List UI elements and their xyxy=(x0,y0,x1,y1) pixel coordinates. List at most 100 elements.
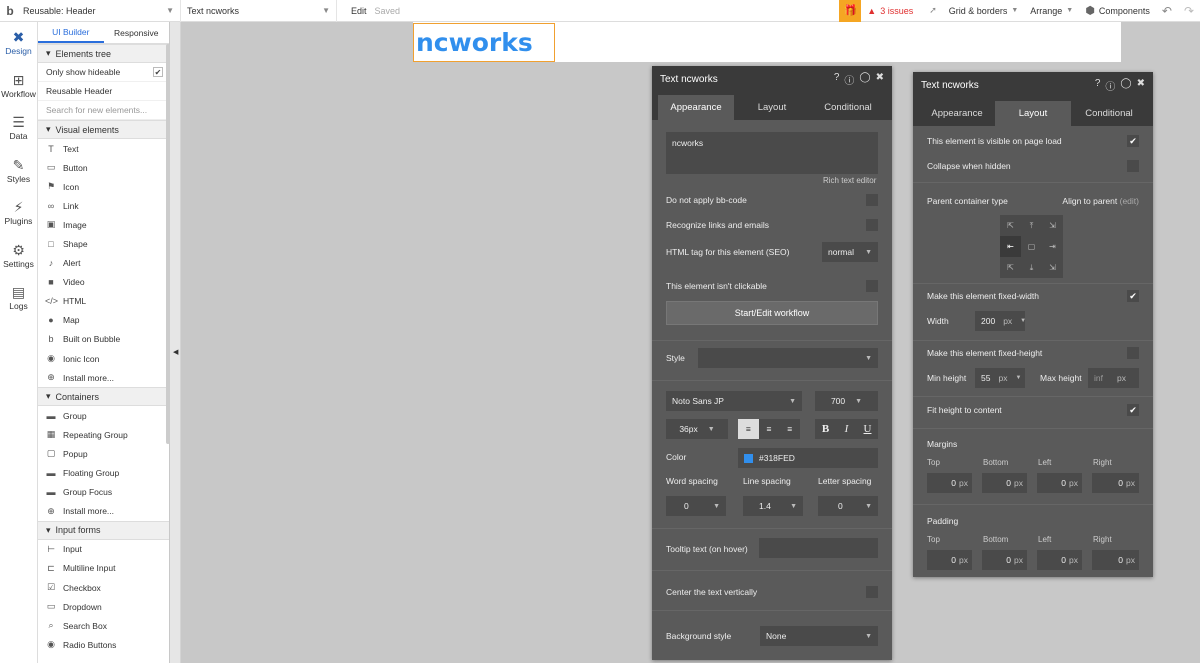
fixed-height-checkbox[interactable] xyxy=(1127,347,1139,359)
page-selector[interactable]: Reusable: Header ▼ xyxy=(17,0,181,22)
element-input[interactable]: ⊢ Input xyxy=(38,540,169,559)
section-elements-tree[interactable]: ▾ Elements tree xyxy=(38,44,169,63)
bbcode-checkbox[interactable] xyxy=(866,194,878,206)
arrange-menu[interactable]: Arrange ▼ xyxy=(1024,0,1079,22)
undo-icon[interactable]: ↶ xyxy=(1156,0,1178,22)
tab-conditional[interactable]: Conditional xyxy=(1071,101,1147,126)
align-center-icon[interactable]: ≡ xyxy=(759,419,780,439)
close-icon[interactable]: ✖ xyxy=(1137,78,1145,93)
margin-left-input[interactable]: 0 px xyxy=(1037,473,1082,493)
tab-layout[interactable]: Layout xyxy=(734,95,810,120)
word-spacing-dropdown[interactable]: 0 ▼ xyxy=(666,496,726,516)
comment-icon[interactable]: ◯ xyxy=(859,72,870,87)
italic-button[interactable]: I xyxy=(836,419,857,439)
gift-icon[interactable]: 🎁 xyxy=(839,0,862,22)
visible-on-load-checkbox[interactable]: ✔ xyxy=(1127,135,1139,147)
bg-style-dropdown[interactable]: None ▼ xyxy=(760,626,878,646)
align-top-right-icon[interactable]: ⇲ xyxy=(1042,215,1063,236)
tab-ui-builder[interactable]: UI Builder xyxy=(38,22,104,43)
font-size-dropdown[interactable]: 36px ▼ xyxy=(666,419,728,439)
align-top-center-icon[interactable]: ⤒ xyxy=(1021,215,1042,236)
line-spacing-dropdown[interactable]: 1.4 ▼ xyxy=(743,496,803,516)
element-multiline-input[interactable]: ⊏ Multiline Input xyxy=(38,559,169,578)
element-icon[interactable]: ⚑ Icon xyxy=(38,177,169,196)
info-icon[interactable]: ⓘ xyxy=(844,72,854,87)
element-video[interactable]: ■ Video xyxy=(38,273,169,292)
section-visual-elements[interactable]: ▾ Visual elements xyxy=(38,120,169,139)
underline-button[interactable]: U xyxy=(857,419,878,439)
padding-right-input[interactable]: 0 px xyxy=(1092,550,1139,570)
element-map[interactable]: ● Map xyxy=(38,311,169,330)
sidebar-collapse-handle[interactable]: ◀ xyxy=(170,22,181,663)
element-install-more[interactable]: ⊕ Install more... xyxy=(38,368,169,387)
align-right-icon[interactable]: ≡ xyxy=(779,419,800,439)
collapse-hidden-checkbox[interactable] xyxy=(1127,160,1139,172)
help-icon[interactable]: ? xyxy=(1095,78,1101,93)
align-center-right-icon[interactable]: ⇥ xyxy=(1042,236,1063,257)
element-image[interactable]: ▣ Image xyxy=(38,215,169,234)
html-tag-dropdown[interactable]: normal ▼ xyxy=(822,242,878,262)
letter-spacing-dropdown[interactable]: 0 ▼ xyxy=(818,496,878,516)
tab-layout[interactable]: Layout xyxy=(995,101,1071,126)
element-button[interactable]: ▭ Button xyxy=(38,158,169,177)
links-checkbox[interactable] xyxy=(866,219,878,231)
element-group[interactable]: ▬ Group xyxy=(38,406,169,425)
tab-responsive[interactable]: Responsive xyxy=(104,22,170,43)
bubble-logo-icon[interactable]: b xyxy=(3,0,17,22)
help-icon[interactable]: ? xyxy=(834,72,840,87)
tab-appearance[interactable]: Appearance xyxy=(919,101,995,126)
element-shape[interactable]: □ Shape xyxy=(38,234,169,253)
not-clickable-checkbox[interactable] xyxy=(866,280,878,292)
nav-logs[interactable]: ▤ Logs xyxy=(0,277,37,320)
element-alert[interactable]: ♪ Alert xyxy=(38,254,169,273)
section-containers[interactable]: ▾ Containers xyxy=(38,387,169,407)
font-family-dropdown[interactable]: Noto Sans JP ▼ xyxy=(666,391,802,411)
fixed-width-checkbox[interactable]: ✔ xyxy=(1127,290,1139,302)
style-dropdown[interactable]: ▼ xyxy=(698,348,878,368)
nav-workflow[interactable]: ⊞ Workflow xyxy=(0,65,37,108)
align-bottom-center-icon[interactable]: ⤓ xyxy=(1021,257,1042,278)
comment-icon[interactable]: ◯ xyxy=(1120,78,1131,93)
only-show-hideable-row[interactable]: Only show hideable ✔ xyxy=(38,63,169,82)
element-dropdown[interactable]: ▭ Dropdown xyxy=(38,597,169,616)
element-radio-buttons[interactable]: ◉ Radio Buttons xyxy=(38,635,169,654)
width-input[interactable]: 200 px ▼ xyxy=(975,311,1026,331)
center-vert-checkbox[interactable] xyxy=(866,586,878,598)
margin-bottom-input[interactable]: 0 px xyxy=(982,473,1027,493)
tab-conditional[interactable]: Conditional xyxy=(810,95,886,120)
nav-plugins[interactable]: ⚡ Plugins xyxy=(0,192,37,235)
padding-bottom-input[interactable]: 0 px xyxy=(982,550,1027,570)
color-picker[interactable]: #318FED xyxy=(738,448,878,468)
nav-styles[interactable]: ✎ Styles xyxy=(0,150,37,193)
align-top-left-icon[interactable]: ⇱ xyxy=(1000,215,1021,236)
element-repeating-group[interactable]: ▦ Repeating Group xyxy=(38,425,169,444)
close-icon[interactable]: ✖ xyxy=(876,72,884,87)
fit-height-checkbox[interactable]: ✔ xyxy=(1127,404,1139,416)
element-text[interactable]: T Text xyxy=(38,139,169,158)
tree-item-reusable-header[interactable]: Reusable Header xyxy=(38,82,169,101)
element-search-input[interactable]: Search for new elements... xyxy=(38,101,169,120)
padding-left-input[interactable]: 0 px xyxy=(1037,550,1082,570)
tab-appearance[interactable]: Appearance xyxy=(658,95,734,120)
element-popup[interactable]: ▢ Popup xyxy=(38,444,169,463)
min-height-input[interactable]: 55 px ▼ xyxy=(975,368,1025,388)
element-built-on-bubble[interactable]: b Built on Bubble xyxy=(38,330,169,349)
align-bottom-left-icon[interactable]: ⇱ xyxy=(1000,257,1021,278)
nav-settings[interactable]: ⚙ Settings xyxy=(0,235,37,278)
components-button[interactable]: ⬢ Components xyxy=(1079,0,1156,22)
bold-button[interactable]: B xyxy=(815,419,836,439)
edit-parent-type-link[interactable]: (edit) xyxy=(1120,196,1139,206)
edit-menu[interactable]: Edit xyxy=(337,0,371,22)
margin-right-input[interactable]: 0 px xyxy=(1092,473,1139,493)
canvas-text-element[interactable]: ncworks xyxy=(413,23,555,62)
font-weight-dropdown[interactable]: 700 ▼ xyxy=(815,391,878,411)
rich-text-editor-link[interactable]: Rich text editor xyxy=(823,176,876,185)
hideable-checkbox[interactable]: ✔ xyxy=(153,67,163,77)
align-center-left-icon[interactable]: ⇤ xyxy=(1000,236,1021,257)
panel-header[interactable]: Text ncworks ? ⓘ ◯ ✖ xyxy=(913,72,1153,98)
nav-data[interactable]: ☰ Data xyxy=(0,107,37,150)
margin-top-input[interactable]: 0 px xyxy=(927,473,972,493)
max-height-input[interactable]: inf px xyxy=(1088,368,1139,388)
element-ionic-icon[interactable]: ◉ Ionic Icon xyxy=(38,349,169,368)
start-edit-workflow-button[interactable]: Start/Edit workflow xyxy=(666,301,878,325)
